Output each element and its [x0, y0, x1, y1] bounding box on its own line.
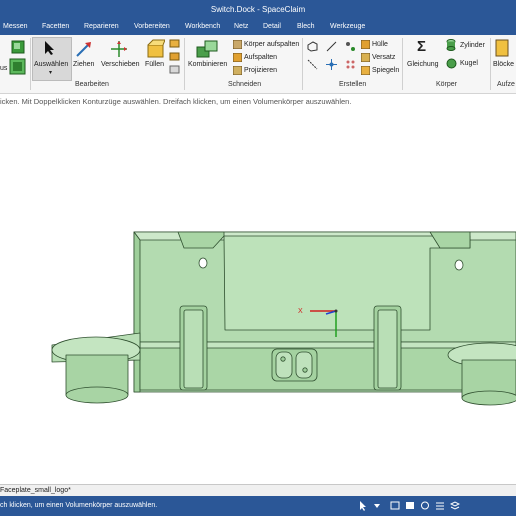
sigma-icon: Σ: [417, 38, 427, 55]
cylinder-button[interactable]: Zylinder: [460, 42, 485, 49]
status-text: ch klicken, um einen Volumenkörper auszu…: [0, 502, 158, 509]
project-button[interactable]: Projizieren: [244, 67, 277, 74]
snap-icon[interactable]: [420, 500, 430, 511]
solid-box-icon[interactable]: [9, 58, 26, 75]
menu-netz[interactable]: Netz: [234, 23, 248, 30]
menu-werkzeuge[interactable]: Werkzeuge: [330, 23, 365, 30]
x-axis-label: X: [298, 308, 303, 315]
pull-icon: [76, 42, 91, 57]
plane-icon[interactable]: [307, 41, 318, 52]
tool-small-icon-1[interactable]: [169, 39, 180, 48]
model-view[interactable]: X: [0, 110, 516, 484]
viewport[interactable]: X: [0, 110, 516, 484]
menu-detail[interactable]: Detail: [263, 23, 281, 30]
group-separator: [30, 38, 31, 90]
group-label-bearbeiten: Bearbeiten: [75, 81, 109, 88]
blocks-icon: [495, 39, 509, 57]
menu-messen[interactable]: Messen: [3, 23, 28, 30]
select-button-label[interactable]: Auswählen: [34, 61, 68, 68]
group-label-koerper: Körper: [436, 81, 458, 88]
selection-hint: icken. Mit Doppelklicken Konturzüge ausw…: [0, 97, 352, 106]
move-button[interactable]: Verschieben: [101, 61, 140, 68]
split-icon: [233, 53, 242, 62]
window-title: Switch.Dock - SpaceClaim: [210, 5, 306, 14]
split-body-icon: [233, 40, 242, 49]
pattern-icon[interactable]: [345, 59, 356, 70]
title-bar: Switch.Dock - SpaceClaim: [0, 0, 516, 21]
menu-workbench[interactable]: Workbench: [185, 23, 220, 30]
split-button[interactable]: Aufspalten: [244, 54, 277, 61]
move-icon: [111, 41, 127, 57]
cursor-arrow-icon: [45, 41, 54, 55]
group-label-aufze: Aufze: [497, 81, 515, 88]
mirror-icon: [361, 66, 370, 75]
axis-line-icon[interactable]: [307, 59, 318, 70]
menu-reparieren[interactable]: Reparieren: [84, 23, 119, 30]
chevron-down-icon[interactable]: ▾: [49, 69, 52, 76]
layers-icon[interactable]: [450, 500, 460, 511]
menu-bar: Messen Facetten Reparieren Vorbereiten W…: [0, 21, 516, 35]
sphere-button[interactable]: Kugel: [460, 60, 478, 67]
menu-blech[interactable]: Blech: [297, 23, 315, 30]
group-separator: [402, 38, 403, 90]
shell-icon: [361, 40, 370, 49]
group-separator: [490, 38, 491, 90]
combine-icon: [196, 40, 218, 58]
point-icon[interactable]: [345, 41, 356, 52]
cursor-arrow-icon[interactable]: [358, 500, 368, 511]
offset-button[interactable]: Versatz: [372, 54, 395, 61]
filter-icon[interactable]: [390, 500, 400, 511]
group-label-schneiden: Schneiden: [228, 81, 262, 88]
fill-button[interactable]: Füllen: [145, 61, 164, 68]
view-icon[interactable]: [405, 500, 415, 511]
document-tab[interactable]: Faceplate_small_logo*: [0, 487, 71, 494]
tool-small-icon-3[interactable]: [169, 65, 180, 74]
ribbon: us Auswählen ▾ Ziehen Verschieben Füllen…: [0, 35, 516, 94]
split-body-button[interactable]: Körper aufspalten: [244, 41, 299, 48]
dropdown-arrow-icon[interactable]: [373, 502, 381, 510]
equation-button[interactable]: Gleichung: [407, 61, 439, 68]
partial-button-label[interactable]: us: [0, 65, 7, 72]
cylinder-icon: [446, 39, 456, 51]
group-separator: [302, 38, 303, 90]
menu-vorbereiten[interactable]: Vorbereiten: [134, 23, 170, 30]
pull-button[interactable]: Ziehen: [73, 61, 94, 68]
group-separator: [184, 38, 185, 90]
grid-icon[interactable]: [435, 500, 445, 511]
blocks-button[interactable]: Blöcke: [493, 61, 514, 68]
copy-icon[interactable]: [11, 40, 25, 54]
shell-button[interactable]: Hülle: [372, 41, 388, 48]
fill-icon: [147, 39, 165, 58]
origin-icon[interactable]: [326, 59, 337, 70]
status-bar: ch klicken, um einen Volumenkörper auszu…: [0, 496, 516, 516]
group-label-erstellen: Erstellen: [339, 81, 367, 88]
faceplate-model[interactable]: [51, 231, 516, 406]
tool-small-icon-2[interactable]: [169, 52, 180, 61]
sphere-icon: [446, 58, 457, 69]
menu-facetten[interactable]: Facetten: [42, 23, 69, 30]
offset-icon: [361, 53, 370, 62]
line-icon[interactable]: [326, 41, 337, 52]
project-icon: [233, 66, 242, 75]
combine-button[interactable]: Kombinieren: [188, 61, 227, 68]
mirror-button[interactable]: Spiegeln: [372, 67, 399, 74]
